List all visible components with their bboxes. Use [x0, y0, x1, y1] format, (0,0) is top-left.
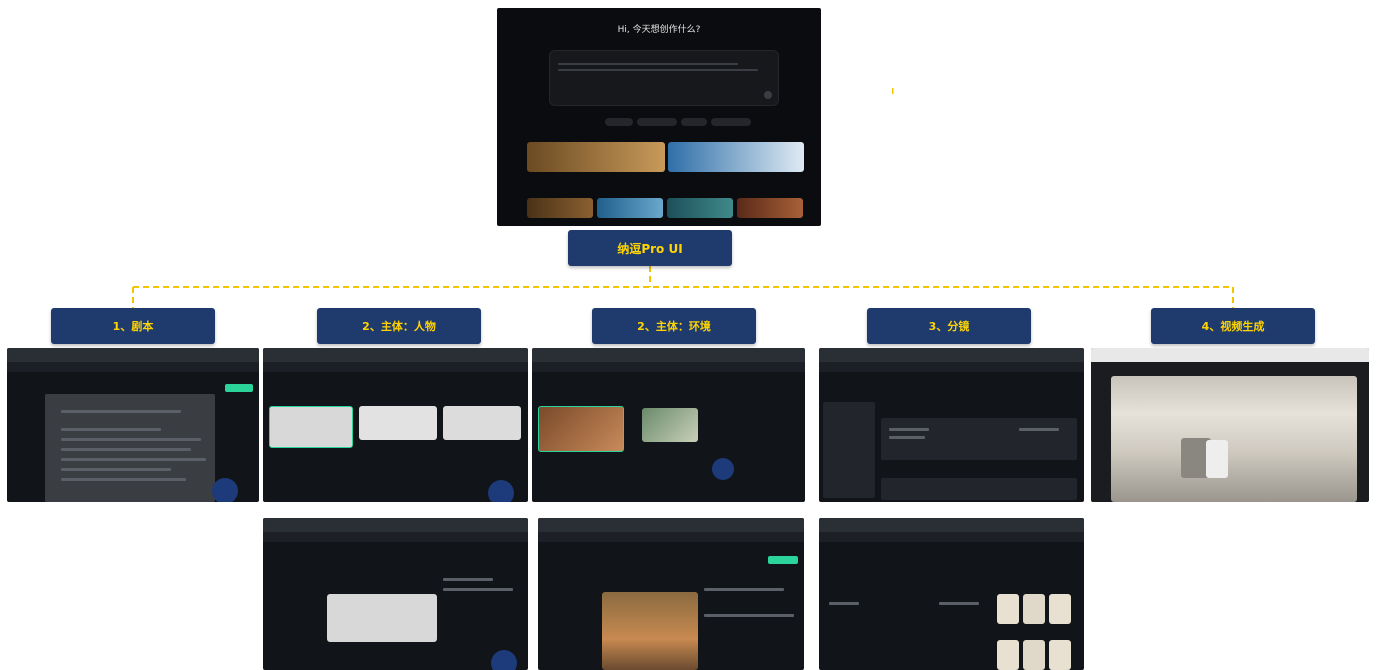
- screenshot-character: [263, 348, 528, 502]
- screenshot-character-detail: [263, 518, 528, 670]
- step-node-video: 4、视频生成: [1151, 308, 1315, 344]
- screenshot-video: [1091, 348, 1369, 502]
- root-label: 纳逗Pro UI: [617, 241, 683, 256]
- step-label: 4、视频生成: [1201, 320, 1265, 333]
- prompt-box: [549, 50, 779, 106]
- step-label: 1、剧本: [112, 320, 154, 333]
- screenshot-environment-detail: [538, 518, 804, 670]
- step-label: 3、分镜: [928, 320, 970, 333]
- step-node-storyboard: 3、分镜: [867, 308, 1031, 344]
- step-label: 2、主体：人物: [362, 320, 436, 333]
- step-node-subject-character: 2、主体：人物: [317, 308, 481, 344]
- hero-screenshot: Hi, 今天想创作什么?: [497, 8, 821, 226]
- step-node-subject-environment: 2、主体：环境: [592, 308, 756, 344]
- hero-banner-right: [668, 142, 804, 172]
- step-node-script: 1、剧本: [51, 308, 215, 344]
- hero-greeting: Hi, 今天想创作什么?: [617, 25, 701, 35]
- screenshot-environment: [532, 348, 805, 502]
- root-node: 纳逗Pro UI: [568, 230, 732, 266]
- hero-banner-left: [527, 142, 665, 172]
- screenshot-storyboard-detail: [819, 518, 1084, 670]
- screenshot-storyboard: [819, 348, 1084, 502]
- step-label: 2、主体：环境: [637, 320, 711, 333]
- screenshot-script: [7, 348, 259, 502]
- stray-mark: [892, 88, 894, 94]
